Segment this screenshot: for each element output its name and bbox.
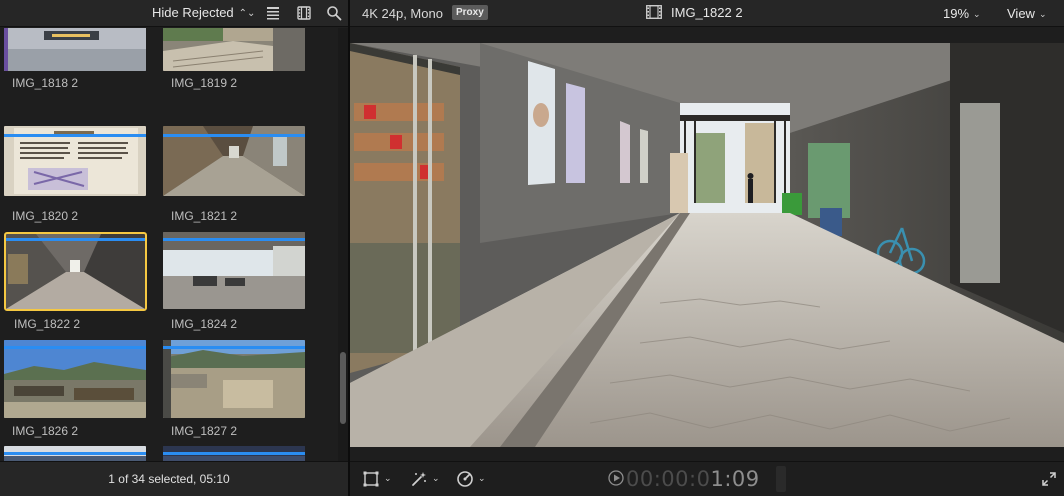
timecode-display[interactable]: 00:00:01:09 bbox=[608, 467, 760, 491]
clip-thumbnail[interactable] bbox=[4, 232, 147, 311]
clip-thumbnail[interactable] bbox=[163, 28, 305, 71]
clip-name: IMG_1822 2 bbox=[14, 317, 81, 331]
browser-toolbar: Hide Rejected ⌃⌄ bbox=[0, 0, 348, 27]
scrollbar-thumb[interactable] bbox=[340, 352, 346, 424]
clip-name: IMG_1820 2 bbox=[12, 209, 79, 223]
clip-thumbnail[interactable] bbox=[4, 446, 146, 461]
video-frame[interactable] bbox=[350, 43, 1064, 447]
zoom-dropdown[interactable]: 19% ⌄ bbox=[943, 6, 981, 21]
clip-name: IMG_1824 2 bbox=[171, 317, 238, 331]
clip-thumbnail[interactable] bbox=[4, 126, 146, 196]
play-icon bbox=[608, 470, 624, 486]
list-view-icon[interactable] bbox=[265, 5, 281, 21]
clip-thumbnail[interactable] bbox=[4, 28, 146, 71]
view-dropdown[interactable]: View ⌄ bbox=[1007, 6, 1047, 21]
chevron-down-icon: ⌄ bbox=[1038, 9, 1047, 19]
transform-icon bbox=[363, 471, 379, 487]
magic-wand-icon bbox=[412, 472, 426, 486]
chevron-down-icon: ⌄ bbox=[973, 9, 981, 19]
retime-dropdown[interactable]: ⌄ bbox=[456, 470, 486, 488]
viewer-header: 4K 24p, Mono Proxy IMG_1822 2 19% ⌄ View ⌄ bbox=[350, 0, 1064, 27]
zoom-level: 19% bbox=[943, 6, 970, 21]
browser-scrollbar[interactable] bbox=[338, 28, 348, 461]
speed-gauge-icon bbox=[457, 471, 473, 487]
clip-name: IMG_1818 2 bbox=[12, 76, 79, 90]
timecode-leading: 00:00:0 bbox=[626, 467, 711, 491]
clip-name: IMG_1821 2 bbox=[171, 209, 238, 223]
film-icon bbox=[646, 5, 662, 19]
browser-status-bar: 1 of 34 selected, 05:10 bbox=[0, 461, 348, 496]
clip-thumbnail[interactable] bbox=[163, 446, 305, 461]
clip-name: IMG_1827 2 bbox=[171, 424, 238, 438]
view-label: View bbox=[1007, 6, 1035, 21]
format-info: 4K 24p, Mono bbox=[362, 6, 443, 21]
viewer-controls: ⌄ ⌄ ⌄ 00:00:01:09 bbox=[350, 461, 1064, 496]
chevron-down-icon: ⌄ bbox=[432, 472, 440, 483]
browser-panel: Hide Rejected ⌃⌄ IMG_1818 2 IMG_1819 2 I… bbox=[0, 0, 348, 496]
clip-filter-dropdown[interactable]: Hide Rejected ⌃⌄ bbox=[152, 5, 255, 21]
clip-thumbnail[interactable] bbox=[163, 126, 305, 196]
audio-meter bbox=[776, 466, 786, 492]
search-icon[interactable] bbox=[326, 5, 342, 21]
clip-name: IMG_1826 2 bbox=[12, 424, 79, 438]
chevron-updown-icon: ⌃⌄ bbox=[238, 8, 256, 19]
clip-filter-label: Hide Rejected bbox=[152, 5, 234, 20]
filmstrip-view-icon[interactable] bbox=[296, 5, 312, 21]
enhance-dropdown[interactable]: ⌄ bbox=[410, 470, 440, 488]
viewer-panel: 4K 24p, Mono Proxy IMG_1822 2 19% ⌄ View ⌄ bbox=[350, 0, 1064, 496]
clip-thumbnail[interactable] bbox=[163, 232, 305, 309]
clip-title: IMG_1822 2 bbox=[671, 5, 743, 20]
viewer-clip-title: IMG_1822 2 bbox=[646, 5, 743, 21]
chevron-down-icon: ⌄ bbox=[478, 472, 486, 483]
selection-status: 1 of 34 selected, 05:10 bbox=[108, 472, 230, 486]
clip-grid: IMG_1818 2 IMG_1819 2 IMG_1820 2 IMG_182… bbox=[0, 28, 338, 461]
clip-thumbnail[interactable] bbox=[163, 340, 305, 418]
transform-dropdown[interactable]: ⌄ bbox=[362, 470, 392, 488]
proxy-badge: Proxy bbox=[452, 5, 488, 20]
clip-thumbnail[interactable] bbox=[4, 340, 146, 418]
fullscreen-icon[interactable] bbox=[1042, 472, 1056, 486]
chevron-down-icon: ⌄ bbox=[384, 472, 392, 483]
timecode-value: 1:09 bbox=[710, 467, 760, 491]
clip-name: IMG_1819 2 bbox=[171, 76, 238, 90]
